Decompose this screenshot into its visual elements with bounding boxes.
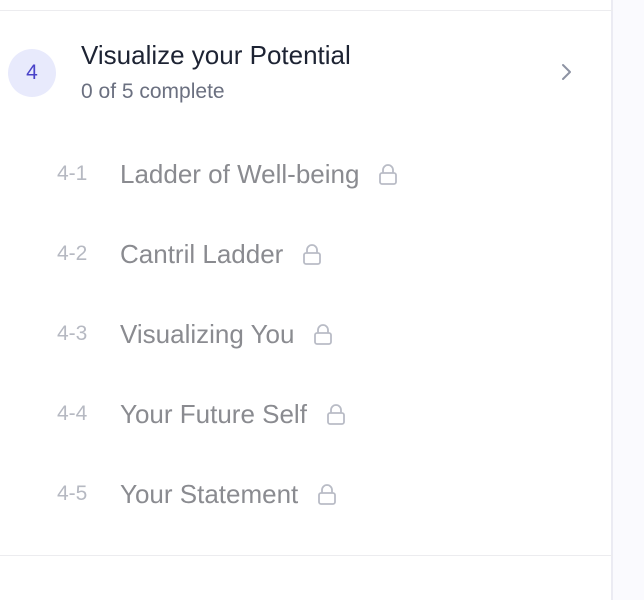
- lock-icon: [303, 243, 322, 265]
- lesson-number: 4-2: [57, 242, 88, 265]
- lesson-title: Your Future Self: [120, 399, 307, 429]
- lesson-title-row: Your Statement: [120, 479, 338, 510]
- lesson-title-row: Ladder of Well-being: [120, 159, 399, 190]
- page-background-strip: [613, 0, 644, 600]
- lesson-title: Cantril Ladder: [120, 239, 284, 269]
- lesson-item[interactable]: 4-1 Ladder of Well-being: [0, 136, 611, 216]
- lesson-title-row: Your Future Self: [120, 399, 347, 430]
- lesson-item[interactable]: 4-2 Cantril Ladder: [0, 216, 611, 296]
- lock-icon: [379, 163, 398, 185]
- divider: [0, 10, 613, 11]
- lesson-list: 4-1 Ladder of Well-being 4-2 Cantril Lad…: [0, 136, 611, 536]
- lesson-number: 4-1: [57, 162, 88, 185]
- divider: [0, 555, 613, 556]
- section-header[interactable]: 4 Visualize your Potential 0 of 5 comple…: [0, 30, 611, 116]
- lesson-title-row: Visualizing You: [120, 319, 334, 350]
- lesson-number: 4-4: [57, 402, 88, 425]
- lesson-title: Visualizing You: [120, 319, 295, 349]
- section-title: Visualize your Potential: [81, 40, 351, 70]
- lesson-number: 4-5: [57, 482, 88, 505]
- lock-icon: [314, 323, 333, 345]
- section-number-badge: 4: [8, 49, 56, 97]
- lesson-item[interactable]: 4-5 Your Statement: [0, 456, 611, 536]
- lesson-title-row: Cantril Ladder: [120, 239, 323, 270]
- lesson-number: 4-3: [57, 322, 88, 345]
- course-outline-panel: 4 Visualize your Potential 0 of 5 comple…: [0, 0, 613, 600]
- lesson-item[interactable]: 4-3 Visualizing You: [0, 296, 611, 376]
- lock-icon: [318, 483, 337, 505]
- lesson-title: Ladder of Well-being: [120, 159, 360, 189]
- lock-icon: [327, 403, 345, 425]
- lesson-item[interactable]: 4-4 Your Future Self: [0, 376, 611, 456]
- chevron-right-icon[interactable]: [555, 61, 577, 83]
- section-progress: 0 of 5 complete: [81, 80, 225, 103]
- lesson-title: Your Statement: [120, 479, 299, 509]
